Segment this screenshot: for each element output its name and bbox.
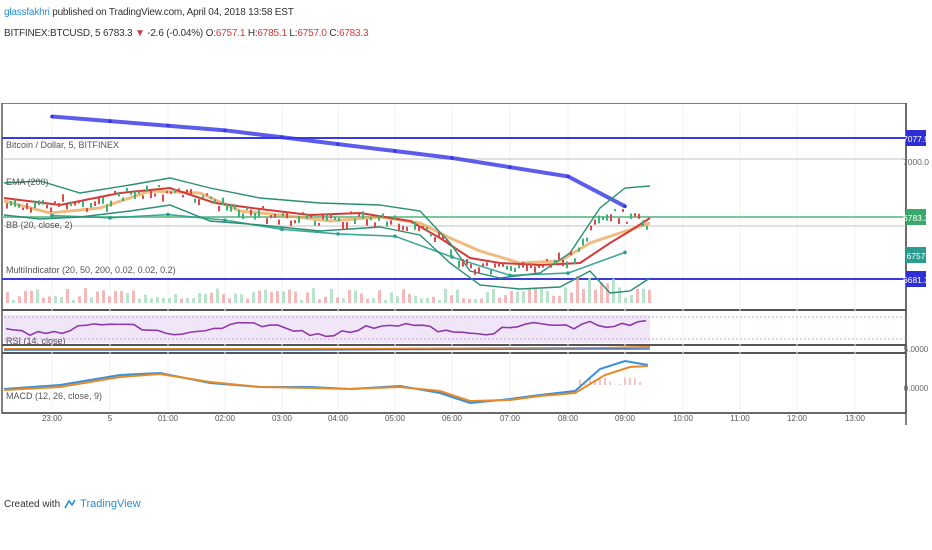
x-tick-label: 12:00 (787, 414, 808, 423)
series-point (223, 218, 227, 222)
created-with: Created with (4, 498, 61, 510)
x-tick-label: 5 (108, 414, 113, 423)
symbol: BITFINEX:BTCUSD, 5 (4, 28, 101, 39)
multi-label: MultiIndicator (20, 50, 200, 0.02, 0.02,… (6, 265, 176, 275)
series-point (223, 128, 227, 133)
high-label: H: (247, 28, 258, 39)
tradingview-link[interactable]: TradingView (80, 498, 141, 510)
author-link[interactable]: glassfakhri (4, 7, 50, 18)
price-label-green-text: 6783.3 (903, 213, 929, 223)
series-point (393, 234, 397, 239)
x-axis: 23:00 5 01:00 02:00 03:00 04:00 05:00 06:00 07:0… (42, 414, 866, 423)
footer: Created with TradingView (4, 498, 141, 510)
ema-label: EMA (200) (6, 177, 49, 187)
close-label: C: (329, 28, 339, 39)
x-tick-label: 04:00 (328, 414, 349, 423)
close-value: 6783.3 (338, 28, 369, 39)
x-tick-label: 09:00 (615, 414, 636, 423)
x-tick-label: 13:00 (845, 414, 866, 423)
series-point (508, 165, 512, 169)
x-tick-label: 01:00 (158, 414, 179, 423)
series-lines (3, 114, 651, 405)
macd-scale-b: 0.0000 (904, 384, 929, 393)
price-label-top: 7077.9 (903, 130, 929, 146)
tradingview-logo-icon (64, 499, 76, 509)
x-tick-label: 11:00 (730, 414, 750, 423)
macd-label: MACD (12, 26, close, 9) (6, 391, 102, 401)
series-point (623, 204, 627, 209)
last-price: 6783.3 (103, 28, 133, 39)
chart-svg[interactable]: Bitcoin / Dollar, 5, BITFINEX EMA (200) … (0, 102, 932, 428)
high-value: 6785.1 (257, 28, 287, 39)
price-label-blue-text: 6681.3 (903, 275, 929, 285)
series-point (336, 232, 340, 236)
symbol-line: BITFINEX:BTCUSD, 5 6783.3 ▼ -2.6 (-0.04%… (4, 28, 369, 39)
publish-info: glassfakhri published on TradingView.com… (4, 7, 294, 18)
open-label: O: (205, 28, 216, 39)
published-text: published on TradingView.com, April 04, … (52, 7, 294, 18)
x-tick-label: 06:00 (442, 414, 463, 423)
series-point (166, 123, 170, 128)
x-tick-label: 05:00 (385, 414, 406, 423)
rsi-label: RSI (14, close) (6, 336, 66, 346)
series-point (566, 271, 570, 275)
change: -2.6 (-0.04%) (147, 28, 204, 39)
main-pane-title: Bitcoin / Dollar, 5, BITFINEX (6, 140, 119, 150)
series-point (450, 156, 454, 160)
x-tick-label: 03:00 (272, 414, 293, 423)
series-point (336, 142, 340, 146)
series-point (280, 135, 284, 140)
series-point (280, 227, 284, 232)
x-tick-label: 07:00 (500, 414, 521, 423)
series-point (50, 114, 54, 119)
down-arrow-icon: ▼ (135, 28, 145, 39)
price-label-blue: 6681.3 (903, 271, 929, 287)
price-label-teal-text: 6757 (907, 251, 926, 261)
series-point (623, 250, 627, 255)
series-point (393, 149, 397, 153)
series-point (166, 212, 170, 217)
series-point (108, 119, 112, 123)
low-value: 6757.0 (297, 28, 327, 39)
x-tick-label: 02:00 (215, 414, 236, 423)
price-label-teal: 6757 (906, 247, 926, 263)
x-tick-label: 10:00 (673, 414, 694, 423)
price-label-grey: 7000.0 (903, 157, 929, 167)
x-tick-label: 08:00 (558, 414, 579, 423)
open-value: 6757.1 (215, 28, 246, 39)
chart-frame[interactable]: Bitcoin / Dollar, 5, BITFINEX EMA (200) … (0, 102, 932, 428)
price-label-green: 6783.3 (903, 209, 929, 225)
price-label-top-text: 7077.9 (903, 134, 929, 144)
macd-scale-a: 5.0000 (904, 345, 929, 354)
bb-label: BB (20, close, 2) (6, 220, 73, 230)
x-tick-label: 23:00 (42, 414, 63, 423)
series-point (566, 174, 570, 179)
series-point (108, 216, 112, 220)
